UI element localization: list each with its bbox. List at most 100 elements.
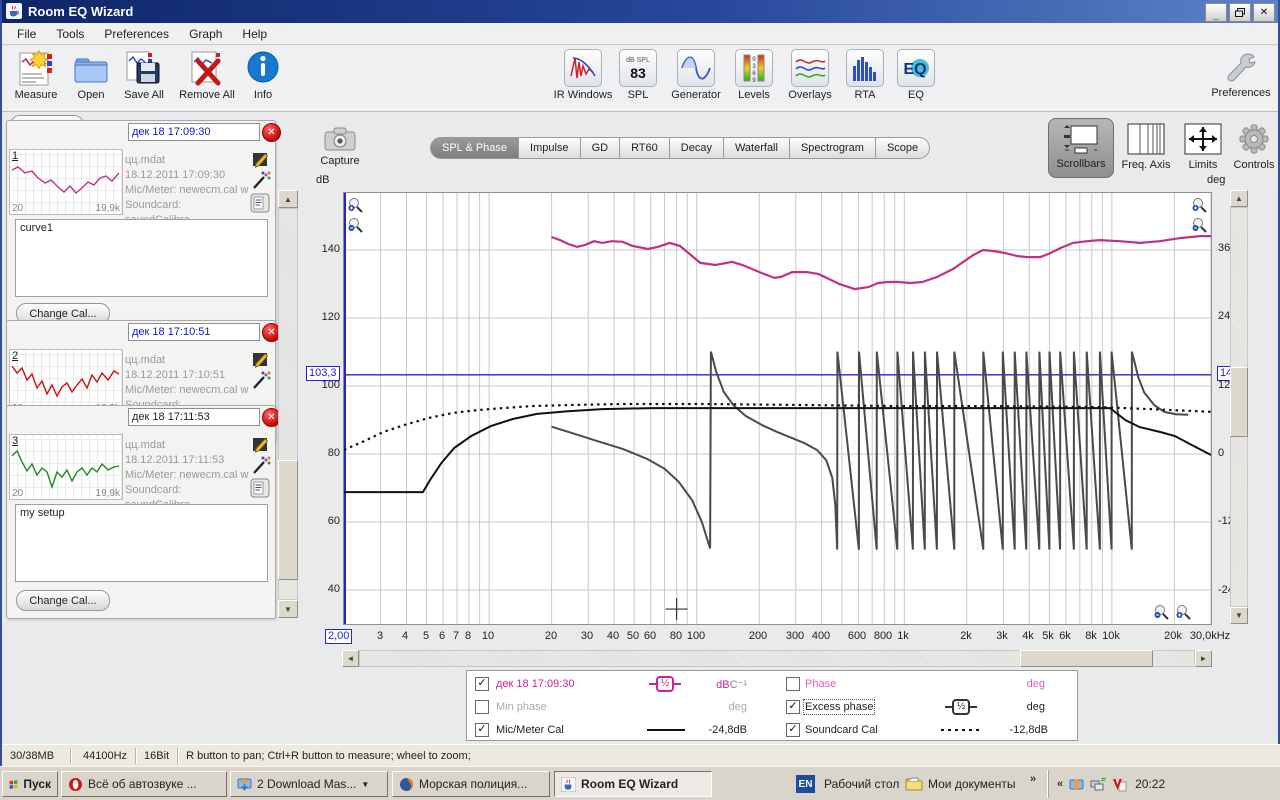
plot-zoom-in-y2-button[interactable]: [1190, 196, 1207, 213]
menu-file[interactable]: File: [8, 24, 45, 44]
measurement-1-edit-icon[interactable]: [251, 149, 271, 169]
measurement-card-1[interactable]: дек 18 17:09:30 ✕ 1 20 19,9k цц.mdat 18.…: [6, 120, 276, 330]
legend-soundcal-checkbox[interactable]: ✓: [786, 723, 800, 737]
tab-waterfall[interactable]: Waterfall: [724, 137, 790, 159]
plot-vscrollbar-thumb[interactable]: [1230, 367, 1248, 437]
tab-rt60[interactable]: RT60: [620, 137, 670, 159]
measurement-1-notes-textarea[interactable]: curve1: [15, 219, 268, 297]
plot-scroll-up-button[interactable]: ▲: [1230, 190, 1248, 207]
measurement-1-style-wand-icon[interactable]: [251, 171, 271, 191]
plot-hscrollbar-thumb[interactable]: [1020, 650, 1153, 667]
measurement-1-notes-icon[interactable]: [250, 193, 270, 213]
menu-tools[interactable]: Tools: [47, 24, 93, 44]
spl-phase-plot[interactable]: [343, 192, 1212, 625]
measurement-1-name-field[interactable]: дек 18 17:09:30: [128, 123, 260, 141]
measurement-3-edit-icon[interactable]: [251, 434, 271, 454]
language-indicator[interactable]: EN: [796, 775, 815, 793]
info-icon: [246, 49, 280, 87]
limits-button[interactable]: Limits: [1176, 118, 1230, 176]
generator-button[interactable]: Generator: [667, 49, 725, 101]
eq-button[interactable]: EQ EQ: [897, 49, 935, 101]
plot-zoom-out-x-button[interactable]: [1152, 603, 1169, 620]
plot-scroll-left-button[interactable]: ◄: [342, 650, 359, 667]
measurement-1-info: цц.mdat 18.12.2011 17:09:30 Mic/Meter: n…: [125, 153, 251, 228]
toolbar-chevron-more[interactable]: »: [1030, 773, 1036, 785]
legend-spl-checkbox[interactable]: ✓: [475, 677, 489, 691]
measurement-2-name-field[interactable]: дек 18 17:10:51: [128, 323, 260, 341]
tray-antivirus-icon[interactable]: [1112, 777, 1127, 792]
plot-zoom-in-y-button[interactable]: [346, 196, 363, 213]
tab-decay[interactable]: Decay: [670, 137, 724, 159]
tab-impulse[interactable]: Impulse: [519, 137, 581, 159]
task-firefox[interactable]: Морская полиция...: [392, 771, 550, 797]
legend-soundcal-label: Soundcard Cal: [805, 724, 878, 736]
measurement-2-style-wand-icon[interactable]: [251, 371, 271, 391]
my-documents-folder-icon[interactable]: [905, 775, 923, 791]
sidebar-scroll-up-button[interactable]: ▲: [278, 190, 298, 208]
menu-preferences[interactable]: Preferences: [95, 24, 178, 44]
plot-zoom-out-y-button[interactable]: [346, 216, 363, 233]
measurement-1-delete-button[interactable]: ✕: [262, 123, 281, 142]
task-opera[interactable]: Всё об автозвуке ...: [61, 771, 227, 797]
tray-chevron-icon[interactable]: «: [1057, 778, 1063, 790]
legend-phase-checkbox[interactable]: [786, 677, 800, 691]
task-rew-active[interactable]: Room EQ Wizard: [554, 771, 712, 797]
plot-scroll-right-button[interactable]: ►: [1195, 650, 1212, 667]
task-dropdown-arrow-icon[interactable]: ▼: [361, 780, 369, 789]
save-all-button[interactable]: Save All: [118, 49, 170, 101]
plot-zoom-in-x-button[interactable]: [1174, 603, 1191, 620]
preferences-button[interactable]: Preferences: [1207, 49, 1275, 99]
overlays-button[interactable]: Overlays: [784, 49, 836, 101]
measurement-3-notes-icon[interactable]: [250, 478, 270, 498]
remove-all-button[interactable]: Remove All: [174, 49, 240, 101]
menu-help[interactable]: Help: [233, 24, 276, 44]
ir-windows-button[interactable]: IR Windows: [552, 49, 614, 101]
task-download-master[interactable]: 2 Download Mas... ▼: [230, 771, 388, 797]
tray-network-icon[interactable]: [1090, 777, 1106, 792]
scrollbars-toggle-button[interactable]: Scrollbars: [1048, 118, 1114, 178]
menu-graph[interactable]: Graph: [180, 24, 231, 44]
measurement-3-thumbnail[interactable]: 3 20 19,9k: [9, 434, 123, 500]
measure-button[interactable]: Measure: [10, 49, 62, 101]
info-button[interactable]: Info: [244, 49, 282, 101]
measurements-sidebar: Collapse « дек 18 17:09:30 ✕ 1 20 19,9k …: [2, 112, 302, 745]
close-button[interactable]: ✕: [1253, 3, 1275, 22]
spl-button[interactable]: dB SPL 83 SPL: [617, 49, 659, 101]
sidebar-scroll-down-button[interactable]: ▼: [278, 600, 298, 618]
sidebar-scrollbar-thumb[interactable]: [278, 460, 298, 580]
measurement-3-style-wand-icon[interactable]: [251, 456, 271, 476]
clock[interactable]: 20:22: [1135, 777, 1165, 791]
restore-button[interactable]: [1229, 3, 1251, 22]
freq-axis-button[interactable]: Freq. Axis: [1117, 118, 1175, 176]
open-button[interactable]: Open: [66, 49, 116, 101]
legend-miccal-checkbox[interactable]: ✓: [475, 723, 489, 737]
tab-gd[interactable]: GD: [581, 137, 621, 159]
minimize-button[interactable]: _: [1205, 3, 1227, 22]
tray-download-master-icon[interactable]: [1069, 777, 1084, 792]
my-documents-label[interactable]: Мои документы: [928, 777, 1015, 791]
tab-scope[interactable]: Scope: [876, 137, 930, 159]
legend-minphase-checkbox[interactable]: [475, 700, 489, 714]
levels-label: Levels: [738, 89, 770, 101]
levels-button[interactable]: 0 3 6 9 Levels: [732, 49, 776, 101]
plot-zoom-out-y2-button[interactable]: [1190, 216, 1207, 233]
legend-spl-smoothing-badge[interactable]: ½: [649, 676, 681, 692]
measurement-3-info: цц.mdat 18.12.2011 17:11:53 Mic/Meter: n…: [125, 438, 251, 513]
freq-tick-label: 5k: [1042, 630, 1054, 642]
measurement-3-notes-textarea[interactable]: my setup: [15, 504, 268, 582]
desktop-toolbar-label[interactable]: Рабочий стол: [824, 777, 899, 791]
measurement-2-edit-icon[interactable]: [251, 349, 271, 369]
measurement-3-name-field[interactable]: дек 18 17:11:53: [128, 408, 260, 426]
start-button[interactable]: Пуск: [2, 771, 58, 797]
rta-button[interactable]: RTA: [845, 49, 885, 101]
measurement-3-change-cal-button[interactable]: Change Cal...: [16, 590, 110, 611]
legend-excessphase-smoothing-badge[interactable]: ½: [945, 699, 977, 715]
controls-button[interactable]: Controls: [1230, 118, 1278, 176]
measurement-1-thumbnail[interactable]: 1 20 19,9k: [9, 149, 123, 215]
plot-scroll-down-button[interactable]: ▼: [1230, 607, 1248, 624]
tab-spl-phase[interactable]: SPL & Phase: [430, 137, 519, 159]
measurement-card-3[interactable]: дек 18 17:11:53 ✕ 3 20 19,9k цц.mdat 18.…: [6, 405, 276, 619]
capture-button[interactable]: Capture: [312, 126, 368, 167]
legend-excessphase-checkbox[interactable]: ✓: [786, 700, 800, 714]
tab-spectrogram[interactable]: Spectrogram: [790, 137, 876, 159]
